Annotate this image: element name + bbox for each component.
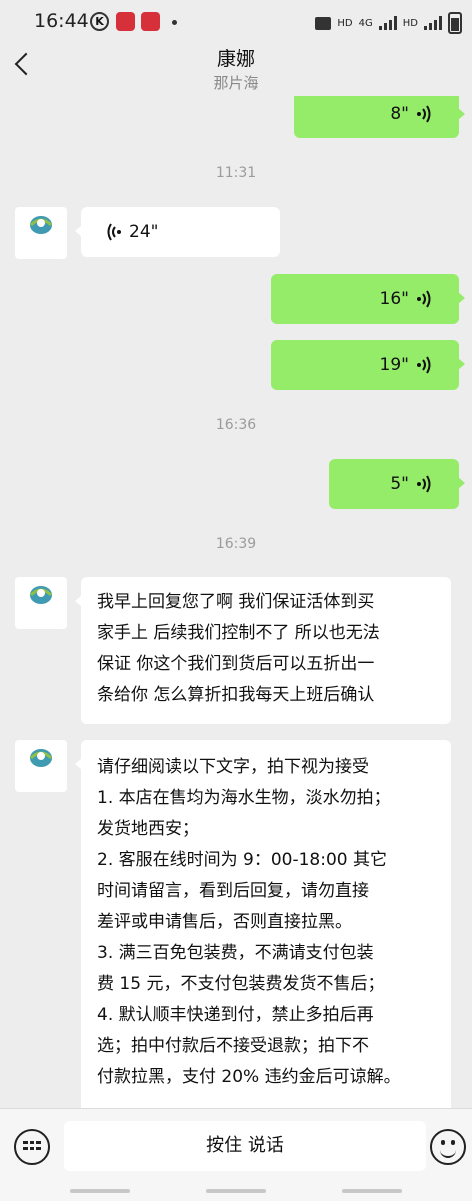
voice-wave-icon	[415, 475, 433, 493]
app-notification-icon-2	[141, 12, 160, 31]
text-message-incoming[interactable]: 我早上回复您了啊 我们保证活体到买 家手上 后续我们控制不了 所以也无法 保证 …	[75, 577, 451, 724]
k-badge-icon: K	[90, 12, 109, 31]
hd-label: HD	[337, 17, 353, 29]
hd-label-2: HD	[402, 17, 418, 29]
text-message-incoming[interactable]: 请仔细阅读以下文字，拍下视为接受 1. 本店在售均为海水生物，淡水勿拍； 发货地…	[75, 740, 451, 1108]
voice-duration: 16"	[379, 289, 409, 309]
contact-avatar[interactable]	[15, 740, 67, 792]
message-line: 费 15 元，不支付包装费发货不售后；	[97, 974, 385, 994]
input-bar: 按住 说话	[0, 1108, 472, 1201]
hold-to-talk-button[interactable]: 按住 说话	[64, 1121, 426, 1171]
message-line: 差评或申请售后，否则直接拉黑。	[97, 912, 352, 932]
contact-logo-icon	[29, 586, 53, 604]
voice-duration: 19"	[379, 355, 409, 375]
message-line: 时间请留言，看到后回复，请勿直接	[97, 881, 369, 901]
message-line: 保证 你这个我们到货后可以五折出一	[97, 654, 375, 674]
status-right: HD 4G HD	[315, 12, 462, 34]
emoji-icon[interactable]	[430, 1129, 466, 1165]
message-line: 发货地西安；	[97, 819, 199, 839]
voice-duration: 5"	[390, 474, 409, 494]
voice-message-outgoing[interactable]: 19"	[271, 340, 465, 390]
message-line: 4. 默认顺丰快递到付，禁止多拍后再	[97, 1005, 374, 1025]
voice-wave-icon	[105, 223, 123, 241]
contact-logo-icon	[29, 749, 53, 767]
message-list[interactable]: 8" 11:31 24" 16" 19" 16:36 5" 16:39 我早上回…	[0, 96, 472, 1108]
message-line: 选；拍中付款后不接受退款；拍下不	[97, 1036, 369, 1056]
message-notification-icon	[315, 16, 332, 30]
chat-title: 康娜	[216, 48, 255, 70]
signal-icon-2	[424, 16, 442, 30]
contact-logo-icon	[29, 216, 53, 234]
message-line: 条给你 怎么算折扣我每天上班后确认	[97, 685, 375, 705]
message-line: 1. 本店在售均为海水生物，淡水勿拍；	[97, 788, 391, 808]
voice-message-incoming[interactable]: 24"	[75, 207, 280, 257]
voice-wave-icon	[415, 290, 433, 308]
message-line: 请仔细阅读以下文字，拍下视为接受	[97, 757, 369, 777]
status-bar: 16:44 K HD 4G HD	[0, 0, 472, 44]
voice-wave-icon	[415, 105, 433, 123]
voice-message-outgoing[interactable]: 8"	[294, 96, 465, 138]
contact-avatar[interactable]	[15, 207, 67, 259]
voice-duration: 8"	[390, 104, 409, 124]
message-line: 我早上回复您了啊 我们保证活体到买	[97, 592, 375, 612]
message-line: 3. 满三百免包装费，不满请支付包装	[97, 943, 374, 963]
nav-indicator	[342, 1189, 402, 1193]
nav-indicator	[206, 1189, 266, 1193]
network-type: 4G	[358, 17, 373, 29]
message-line: 2. 客服在线时间为 9：00-18:00 其它	[97, 850, 388, 870]
app-notification-icon	[116, 12, 135, 31]
contact-avatar[interactable]	[15, 577, 67, 629]
chat-header: 康娜 那片海	[0, 44, 472, 96]
signal-icon	[378, 16, 397, 30]
message-line: 家手上 后续我们控制不了 所以也无法	[97, 623, 380, 643]
status-time: 16:44	[34, 10, 89, 32]
timestamp: 16:39	[215, 536, 257, 552]
timestamp: 11:31	[215, 165, 257, 181]
voice-wave-icon	[415, 356, 433, 374]
chat-subtitle: 那片海	[213, 74, 259, 92]
keyboard-toggle-icon[interactable]	[14, 1129, 50, 1165]
message-line: 付款拉黑，支付 20% 违约金后可谅解。	[97, 1067, 401, 1087]
timestamp: 16:36	[215, 417, 257, 433]
more-notifications-dot	[172, 20, 177, 25]
voice-message-outgoing[interactable]: 16"	[271, 274, 465, 324]
battery-icon	[448, 12, 462, 34]
voice-duration: 24"	[129, 222, 159, 242]
nav-indicator	[70, 1189, 130, 1193]
voice-message-outgoing[interactable]: 5"	[329, 459, 465, 509]
